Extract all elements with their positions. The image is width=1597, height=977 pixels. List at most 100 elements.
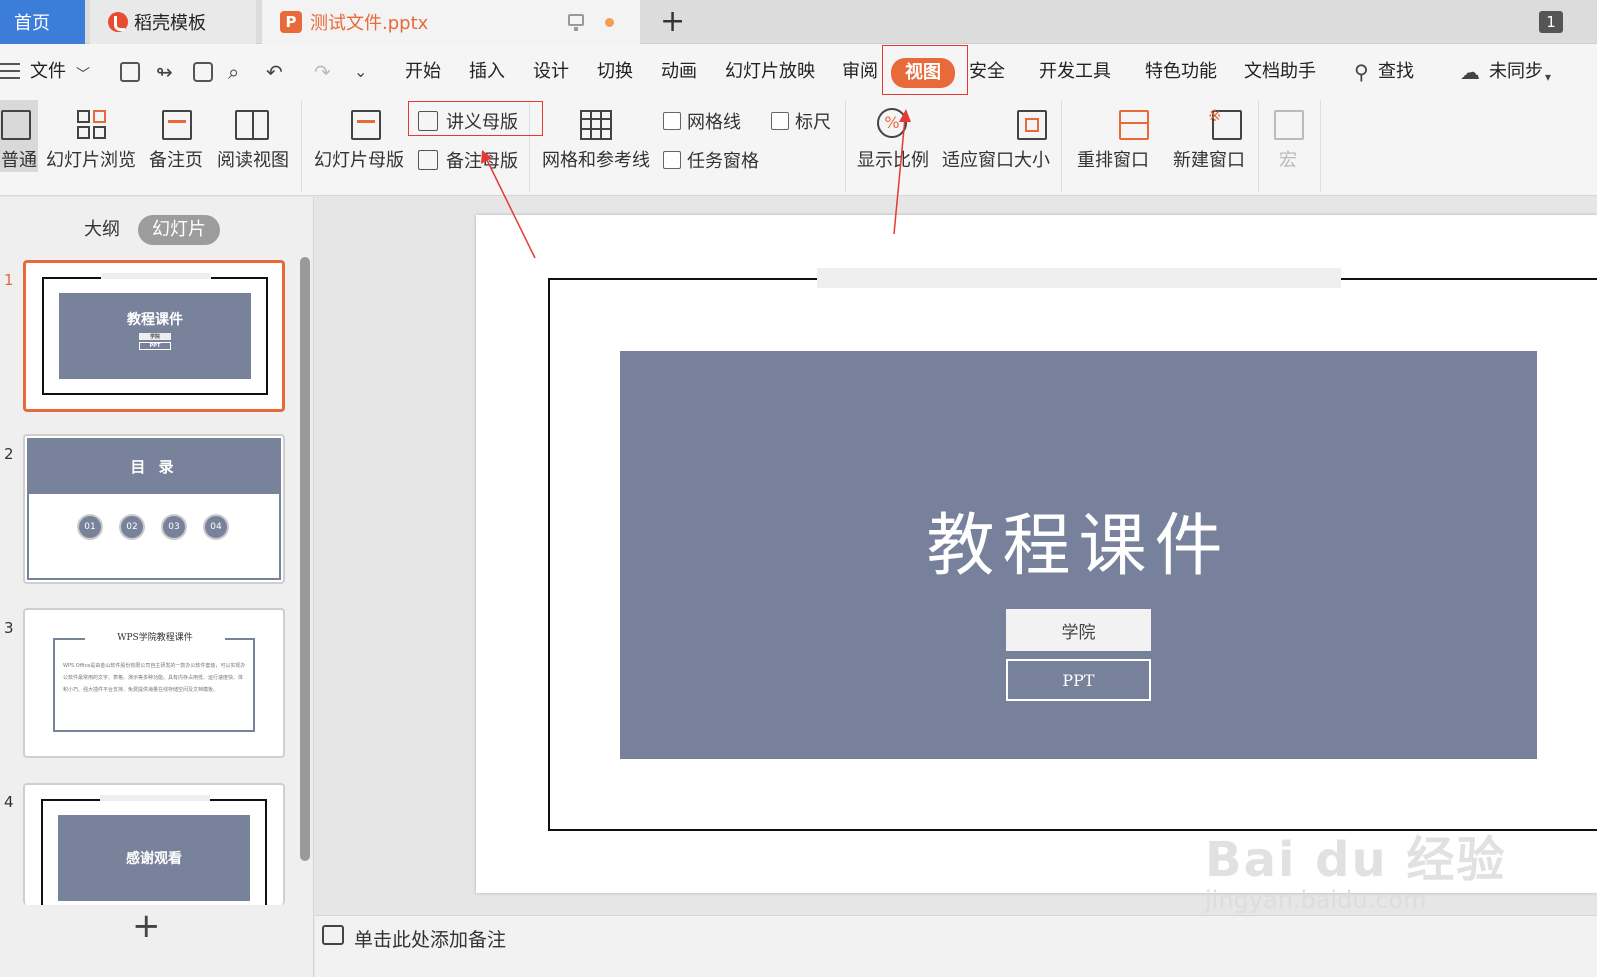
new-tab-button[interactable]: + bbox=[660, 4, 685, 40]
monitor-icon[interactable] bbox=[568, 14, 584, 31]
slide-tag-box[interactable]: PPT bbox=[1006, 659, 1151, 701]
notes-bar[interactable] bbox=[315, 915, 1597, 977]
tab-document[interactable]: P 测试文件.pptx bbox=[262, 0, 640, 44]
rearrange-windows-icon bbox=[1115, 106, 1151, 142]
notes-page-button[interactable]: 备注页 bbox=[149, 100, 203, 172]
toc-item: 02 bbox=[119, 514, 145, 540]
chevron-down-icon[interactable]: ﹀ bbox=[76, 64, 90, 86]
undo-icon[interactable]: ↶ bbox=[266, 61, 283, 83]
new-window-button[interactable]: ※ 新建窗口 bbox=[1173, 100, 1245, 172]
fit-window-button[interactable]: 适应窗口大小 bbox=[942, 100, 1050, 172]
menu-security[interactable]: 安全 bbox=[969, 57, 1005, 87]
normal-view-button[interactable]: 普通 bbox=[0, 100, 38, 172]
highlight-box bbox=[408, 101, 543, 136]
zoom-button[interactable]: % 显示比例 bbox=[857, 100, 929, 172]
save-icon[interactable] bbox=[120, 62, 140, 82]
print-icon[interactable] bbox=[193, 62, 213, 82]
sync-chevron-icon[interactable]: ▾ bbox=[1545, 66, 1551, 88]
menu-doc-assistant[interactable]: 文档助手 bbox=[1244, 57, 1316, 87]
outline-tab[interactable]: 大纲 bbox=[70, 215, 134, 245]
menu-search[interactable]: 查找 bbox=[1378, 57, 1414, 87]
menu-features[interactable]: 特色功能 bbox=[1145, 57, 1217, 87]
menu-slideshow[interactable]: 幻灯片放映 bbox=[725, 57, 815, 87]
slides-scrollbar[interactable] bbox=[300, 257, 310, 861]
thumb-title: WPS学院教程课件 bbox=[85, 630, 225, 644]
format-painter-icon[interactable]: ↬ bbox=[156, 61, 173, 83]
unsaved-dot-icon bbox=[605, 18, 614, 27]
menu-animation[interactable]: 动画 bbox=[661, 57, 697, 87]
task-pane-checkbox[interactable]: 任务窗格 bbox=[663, 147, 759, 173]
slide-thumbnail-2[interactable]: 目 录 01 02 03 04 bbox=[23, 434, 285, 584]
menu-hamburger-icon[interactable] bbox=[0, 63, 20, 79]
grid-guides-label: 网格和参考线 bbox=[542, 150, 650, 171]
slide-title[interactable]: 教程课件 bbox=[620, 490, 1537, 589]
tab-document-label: 测试文件.pptx bbox=[310, 13, 429, 34]
rearrange-windows-button[interactable]: 重排窗口 bbox=[1075, 100, 1151, 172]
ribbon-divider bbox=[1258, 100, 1259, 192]
ribbon-divider bbox=[1061, 100, 1062, 192]
menu-file[interactable]: 文件 bbox=[30, 57, 66, 87]
slide-number: 1 bbox=[4, 271, 14, 289]
task-pane-label: 任务窗格 bbox=[687, 151, 759, 172]
slide-number: 3 bbox=[4, 619, 14, 637]
menu-start[interactable]: 开始 bbox=[405, 57, 441, 87]
macro-label: 宏 bbox=[1279, 150, 1297, 171]
gridlines-checkbox[interactable]: 网格线 bbox=[663, 108, 741, 134]
toc-item: 01 bbox=[77, 514, 103, 540]
ruler-label: 标尺 bbox=[795, 112, 831, 133]
slides-panel: 大纲 幻灯片 1 教程课件 学院 PPT 2 目 录 01 02 03 04 3… bbox=[0, 197, 314, 977]
comment-icon bbox=[322, 925, 344, 945]
docer-logo-icon bbox=[108, 12, 128, 32]
slides-tab[interactable]: 幻灯片 bbox=[138, 215, 220, 245]
thumb-title: 目 录 bbox=[27, 438, 281, 494]
slide-master-button[interactable]: 幻灯片母版 bbox=[314, 100, 404, 172]
menu-developer[interactable]: 开发工具 bbox=[1039, 57, 1111, 87]
ribbon-divider bbox=[845, 100, 846, 192]
thumb-sub2: PPT bbox=[139, 341, 171, 350]
add-slide-button[interactable]: + bbox=[132, 909, 161, 943]
tab-docer-label: 稻壳模板 bbox=[134, 13, 206, 34]
sync-status[interactable]: 未同步 bbox=[1489, 57, 1543, 87]
notes-page-label: 备注页 bbox=[149, 150, 203, 171]
menu-design[interactable]: 设计 bbox=[533, 57, 569, 87]
tab-docer-templates[interactable]: 稻壳模板 bbox=[90, 0, 256, 44]
ruler-checkbox[interactable]: 标尺 bbox=[771, 108, 831, 134]
macro-button: 宏 bbox=[1270, 100, 1306, 172]
thumb-title: 感谢观看 bbox=[58, 815, 250, 901]
notes-master-label: 备注母版 bbox=[446, 151, 518, 172]
reading-view-label: 阅读视图 bbox=[217, 150, 289, 171]
customize-toolbar-icon[interactable]: ⌄ bbox=[354, 61, 367, 83]
new-window-icon: ※ bbox=[1208, 106, 1244, 142]
menu-review[interactable]: 审阅 bbox=[842, 57, 878, 87]
slide-thumbnail-4[interactable]: 感谢观看 bbox=[23, 783, 285, 905]
slide-thumbnail-1[interactable]: 教程课件 学院 PPT bbox=[23, 260, 285, 412]
highlight-box bbox=[882, 45, 968, 95]
grid-guides-button[interactable]: 网格和参考线 bbox=[542, 100, 650, 172]
slide-browse-button[interactable]: 幻灯片浏览 bbox=[46, 100, 136, 172]
menu-insert[interactable]: 插入 bbox=[469, 57, 505, 87]
reading-view-button[interactable]: 阅读视图 bbox=[217, 100, 289, 172]
print-preview-icon[interactable]: ⌕ bbox=[228, 61, 239, 83]
notes-page-icon bbox=[158, 106, 194, 142]
gridlines-label: 网格线 bbox=[687, 112, 741, 133]
menu-transition[interactable]: 切换 bbox=[597, 57, 633, 87]
slide-subtitle-box[interactable]: 学院 bbox=[1006, 609, 1151, 651]
slide-number: 4 bbox=[4, 793, 14, 811]
notes-master-button[interactable]: 备注母版 bbox=[418, 147, 518, 173]
normal-view-icon bbox=[1, 106, 37, 142]
notes-placeholder[interactable]: 单击此处添加备注 bbox=[354, 925, 506, 952]
thumb-body: WPS Office是由金山软件股份有限公司自主研发的一款办公软件套装，可以实现… bbox=[63, 663, 246, 693]
reading-view-icon bbox=[235, 106, 271, 142]
cloud-icon[interactable]: ☁ bbox=[1460, 61, 1480, 83]
slide-browse-label: 幻灯片浏览 bbox=[46, 150, 136, 171]
tab-home[interactable]: 首页 bbox=[0, 0, 85, 44]
new-window-label: 新建窗口 bbox=[1173, 150, 1245, 171]
slide-thumbnail-3[interactable]: WPS学院教程课件 WPS Office是由金山软件股份有限公司自主研发的一款办… bbox=[23, 608, 285, 758]
normal-view-label: 普通 bbox=[1, 150, 37, 171]
macro-icon bbox=[1270, 106, 1306, 142]
window-count-badge[interactable]: 1 bbox=[1539, 11, 1563, 33]
search-icon[interactable]: ⚲ bbox=[1354, 61, 1369, 83]
zoom-percent-icon: % bbox=[875, 106, 911, 142]
zoom-label: 显示比例 bbox=[857, 150, 929, 171]
watermark-brand: Bai du 经验 bbox=[1205, 832, 1507, 888]
